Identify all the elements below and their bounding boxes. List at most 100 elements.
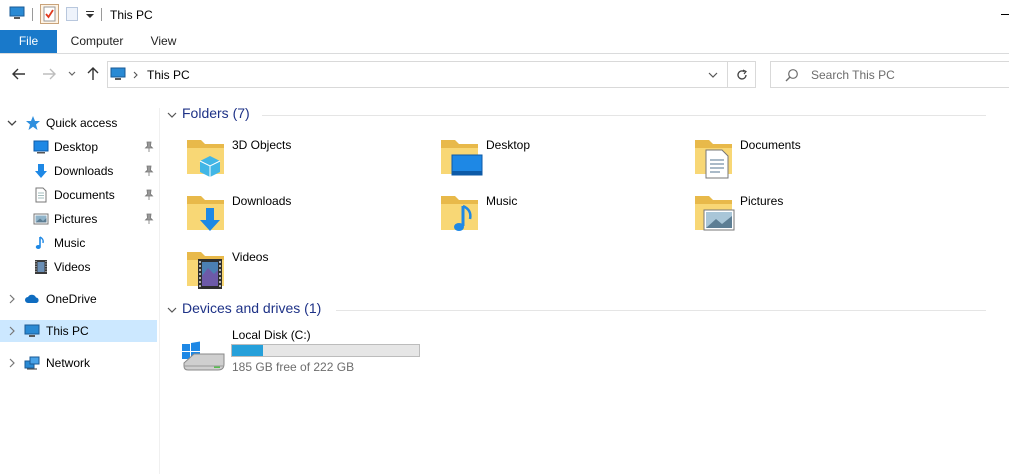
navigation-pane: Quick access Desktop Downloads Documents…	[0, 108, 160, 474]
drive-local-disk-c[interactable]: Local Disk (C:) 185 GB free of 222 GB	[180, 326, 440, 376]
folder-name: Music	[486, 194, 518, 208]
group-title: Folders (7)	[182, 105, 250, 121]
nav-label: OneDrive	[46, 292, 97, 306]
expand-chevron-icon[interactable]	[6, 293, 18, 305]
nav-this-pc[interactable]: This PC	[0, 320, 157, 342]
group-header-devices[interactable]: Devices and drives (1)	[166, 300, 986, 320]
folder-name: 3D Objects	[232, 138, 292, 152]
star-icon	[26, 116, 40, 130]
tab-view[interactable]: View	[141, 30, 186, 53]
nav-label: Quick access	[46, 116, 118, 130]
computer-icon	[110, 67, 126, 80]
nav-label: Videos	[54, 260, 91, 274]
nav-network[interactable]: Network	[0, 352, 157, 374]
film-icon	[187, 252, 224, 289]
back-button[interactable]	[8, 63, 30, 85]
drive-name: Local Disk (C:)	[232, 328, 311, 342]
cloud-icon	[25, 294, 39, 303]
refresh-icon	[736, 68, 747, 80]
music-note-icon	[35, 236, 44, 249]
folder-downloads[interactable]: Downloads	[184, 190, 424, 240]
tab-computer[interactable]: Computer	[61, 30, 133, 53]
group-header-folders[interactable]: Folders (7)	[166, 105, 986, 125]
arrow-up-icon	[87, 67, 99, 80]
recent-locations-button[interactable]	[62, 63, 82, 85]
address-history-chevron-icon[interactable]	[708, 72, 718, 78]
address-bar[interactable]: This PC	[107, 61, 728, 88]
group-title: Devices and drives (1)	[182, 300, 322, 316]
desktop-icon	[441, 140, 483, 176]
nav-item-music[interactable]: Music	[0, 232, 157, 254]
computer-icon[interactable]	[9, 6, 25, 20]
nav-label: Pictures	[54, 212, 98, 226]
picture-icon	[695, 196, 735, 231]
forward-button[interactable]	[38, 63, 60, 85]
collapse-chevron-icon[interactable]	[166, 109, 178, 121]
pin-icon[interactable]	[144, 189, 154, 201]
ribbon: File Computer View	[0, 30, 1009, 54]
separator	[101, 8, 102, 21]
nav-label: Downloads	[54, 164, 114, 178]
drive-usage-fill	[232, 345, 264, 356]
nav-item-pictures[interactable]: Pictures	[0, 208, 157, 230]
folder-name: Documents	[740, 138, 801, 152]
minimize-button[interactable]	[1001, 14, 1009, 15]
folder-name: Desktop	[486, 138, 531, 152]
refresh-button[interactable]	[728, 61, 756, 88]
nav-item-documents[interactable]: Documents	[0, 184, 157, 206]
arrow-right-icon	[43, 68, 56, 80]
nav-label: Documents	[54, 188, 115, 202]
chevron-down-icon	[68, 71, 76, 76]
tab-file[interactable]: File	[0, 30, 57, 53]
window-title: This PC	[110, 8, 153, 22]
drive-usage-bar	[231, 344, 420, 357]
nav-label: Desktop	[54, 140, 99, 154]
breadcrumb-this-pc[interactable]: This PC	[147, 68, 190, 82]
desktop-icon	[33, 140, 49, 154]
nav-item-downloads[interactable]: Downloads	[0, 160, 157, 182]
document-icon	[695, 140, 732, 179]
film-icon	[35, 260, 47, 274]
folder-name: Pictures	[740, 194, 784, 208]
cube-icon	[187, 140, 224, 177]
nav-label: Music	[54, 236, 86, 250]
folder-documents[interactable]: Documents	[692, 134, 932, 184]
new-folder-icon[interactable]	[66, 7, 78, 21]
nav-item-desktop[interactable]: Desktop	[0, 136, 157, 158]
document-icon	[35, 187, 47, 203]
expand-chevron-icon[interactable]	[6, 357, 18, 369]
search-input[interactable]: Search This PC	[770, 61, 1009, 88]
drive-free-space: 185 GB free of 222 GB	[232, 360, 355, 374]
expand-chevron-icon[interactable]	[6, 325, 18, 337]
download-arrow-icon	[35, 164, 47, 178]
group-divider	[262, 115, 986, 116]
breadcrumb-chevron-icon[interactable]	[133, 71, 139, 79]
customize-toolbar-chevron-icon[interactable]	[86, 11, 94, 19]
pin-icon[interactable]	[144, 213, 154, 225]
expand-chevron-icon[interactable]	[6, 117, 18, 129]
folder-name: Videos	[232, 250, 269, 264]
pin-icon[interactable]	[144, 165, 154, 177]
group-divider	[336, 310, 986, 311]
collapse-chevron-icon[interactable]	[166, 304, 178, 316]
folder-desktop[interactable]: Desktop	[438, 134, 678, 184]
title-bar: This PC	[0, 0, 1009, 30]
properties-icon[interactable]	[40, 4, 59, 24]
folder-videos[interactable]: Videos	[184, 246, 424, 296]
network-icon	[24, 356, 40, 370]
nav-onedrive[interactable]: OneDrive	[0, 288, 157, 310]
nav-quick-access[interactable]: Quick access	[0, 112, 157, 134]
folder-music[interactable]: Music	[438, 190, 678, 240]
folder-3d-objects[interactable]: 3D Objects	[184, 134, 424, 184]
search-icon	[785, 69, 798, 82]
nav-label: This PC	[46, 324, 89, 338]
folder-pictures[interactable]: Pictures	[692, 190, 932, 240]
picture-icon	[33, 213, 49, 225]
up-button[interactable]	[82, 63, 104, 85]
nav-label: Network	[46, 356, 91, 370]
nav-item-videos[interactable]: Videos	[0, 256, 157, 278]
pin-icon[interactable]	[144, 141, 154, 153]
arrow-left-icon	[12, 68, 25, 80]
music-note-icon	[441, 196, 478, 231]
hard-drive-icon	[182, 341, 225, 371]
